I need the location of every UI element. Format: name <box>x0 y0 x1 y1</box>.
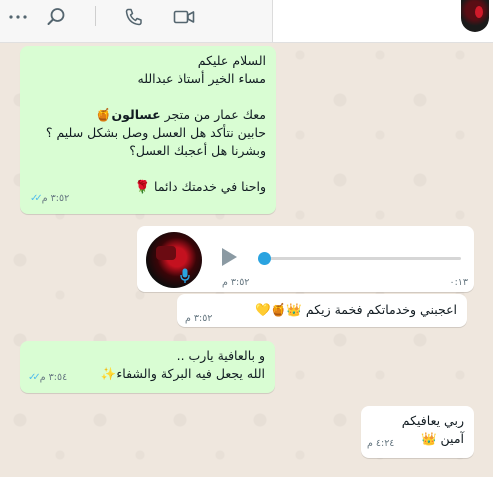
sparkles-emoji: ✨ <box>100 366 117 381</box>
message-line: السلام عليكم <box>197 53 266 68</box>
play-button[interactable] <box>219 246 239 268</box>
message-time: ٣:٥٢ م <box>185 313 213 324</box>
store-name: عسالون <box>111 107 161 122</box>
incoming-message[interactable]: ربي يعافيكم آمين 👑 ٤:٢٤ م <box>361 406 474 458</box>
read-receipt-icon: ✓✓ <box>28 372 41 383</box>
voice-duration: ٠:١٣ <box>449 277 468 288</box>
rose-emoji: 🌹 <box>134 179 151 194</box>
message-meta: ٣:٥٢ م ✓✓ <box>30 190 69 208</box>
message-time: ٣:٥٢ م <box>41 193 70 204</box>
incoming-message[interactable]: اعجبني وخدماتكم فخمة زيكم 👑🍯💛 ٣:٥٢ م <box>177 294 467 327</box>
outgoing-message[interactable]: السلام عليكم مساء الخير أستاذ عبدالله مع… <box>20 46 276 214</box>
message-text-fragment: آمين <box>440 431 464 446</box>
message-time: ٤:٢٤ م <box>367 438 395 449</box>
message-meta: ٤:٢٤ م <box>367 435 394 453</box>
message-line: وبشرنا هل أعجبك العسل؟ <box>129 143 266 158</box>
message-time: ٣:٥٢ م <box>222 277 250 288</box>
message-emojis: 👑🍯💛 <box>255 302 302 317</box>
voice-message[interactable]: ٣:٥٢ م ٠:١٣ <box>137 226 474 292</box>
message-text-fragment: اعجبني وخدماتكم فخمة زيكم <box>305 302 457 317</box>
message-text-fragment: معك عمار من متجر <box>160 107 266 122</box>
voice-call-icon[interactable] <box>120 4 148 30</box>
message-text: السلام عليكم مساء الخير أستاذ عبدالله مع… <box>30 52 266 196</box>
video-call-icon[interactable] <box>170 4 198 30</box>
outgoing-message[interactable]: و بالعافية يارب .. الله يجعل فيه البركة … <box>20 341 275 393</box>
search-icon[interactable] <box>42 4 70 30</box>
message-line: مساء الخير أستاذ عبدالله <box>137 71 266 86</box>
voice-progress-handle[interactable] <box>258 252 271 265</box>
message-meta: ٣:٥٤ م ✓✓ <box>28 369 67 387</box>
message-line: و بالعافية يارب .. <box>176 348 265 363</box>
message-meta: ٣:٥٢ م <box>185 310 212 328</box>
chat-header <box>0 0 493 43</box>
more-options-icon[interactable] <box>4 4 32 30</box>
read-receipt-icon: ✓✓ <box>30 193 43 204</box>
contact-avatar[interactable] <box>461 0 489 32</box>
message-line: معك عمار من متجر عسالون🍯 <box>30 106 266 124</box>
message-text: اعجبني وخدماتكم فخمة زيكم 👑🍯💛 <box>255 301 457 319</box>
voice-progress-track[interactable] <box>261 257 461 260</box>
message-time: ٣:٥٤ م <box>39 372 68 383</box>
header-actions <box>0 0 273 42</box>
microphone-icon <box>178 268 192 284</box>
header-divider <box>95 6 96 26</box>
sender-photo <box>146 232 202 288</box>
crown-emoji: 👑 <box>420 431 437 446</box>
message-text-fragment: الله يجعل فيه البركة والشفاء <box>116 366 265 381</box>
message-line: ربي يعافيكم <box>401 413 464 428</box>
message-line: حابين نتأكد هل العسل وصل بشكل سليم ؟ <box>45 125 266 140</box>
message-text-fragment: واحنا في خدمتك دائما <box>154 179 266 194</box>
honey-pot-emoji: 🍯 <box>95 107 112 122</box>
